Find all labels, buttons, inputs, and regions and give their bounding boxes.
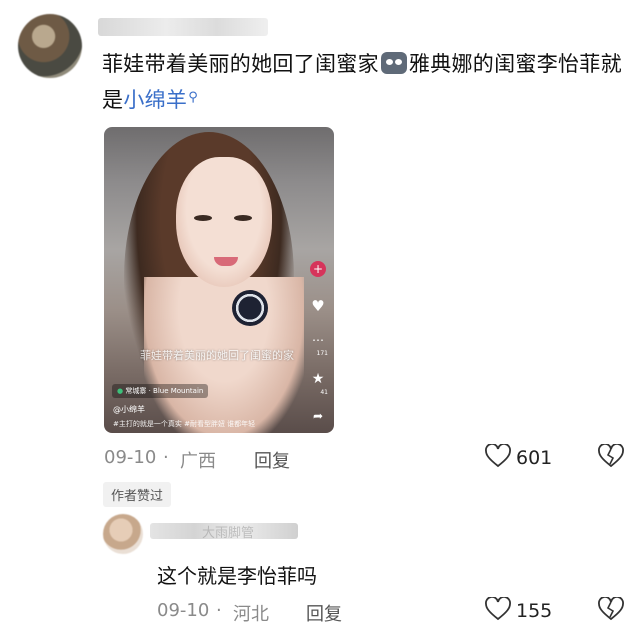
- reply-location: 河北: [233, 604, 269, 625]
- video-location-tag[interactable]: ● 常城寨 · Blue Mountain: [112, 384, 209, 398]
- video-thumbnail[interactable]: + ♥ ⋯ 171 ★ 41 ➦ 菲娃带着美丽的她回了闺蜜的家 ● 常城寨 · …: [104, 127, 334, 433]
- video-location-text: 常城寨 · Blue Mountain: [125, 387, 204, 395]
- video-author: @小绵羊: [113, 405, 145, 414]
- star-icon[interactable]: ★: [310, 371, 326, 387]
- comment-location: 广西: [180, 451, 216, 472]
- share-icon[interactable]: ➦: [310, 409, 326, 423]
- search-link[interactable]: 小绵羊: [123, 88, 187, 112]
- location-pin-icon: ●: [117, 387, 124, 395]
- follow-icon[interactable]: +: [310, 261, 326, 277]
- comment-reply-button[interactable]: 回复: [254, 447, 290, 473]
- video-caption: 菲娃带着美丽的她回了闺蜜的家: [140, 349, 294, 362]
- comment-text: 菲娃带着美丽的她回了闺蜜家 雅典娜的闺蜜李怡菲就是小绵羊⚲: [102, 47, 632, 117]
- comment-icon[interactable]: ⋯: [310, 333, 326, 347]
- commenter-name-blurred[interactable]: [98, 18, 268, 36]
- comment-meta-separator: ·: [163, 447, 169, 468]
- comment-count: 171: [316, 350, 328, 357]
- reply-like-heart-icon[interactable]: [485, 597, 511, 621]
- cat-face-icon: [380, 52, 407, 74]
- video-tags: #主打的就是一个真实 #耐看型胖妞 谁都年轻: [113, 420, 256, 428]
- commenter-avatar[interactable]: [18, 14, 82, 78]
- reply-text: 这个就是李怡菲吗: [157, 564, 317, 588]
- reply-like-count: 155: [516, 600, 553, 622]
- search-icon[interactable]: ⚲: [188, 90, 198, 105]
- reply-username-hint: 大雨脚管: [202, 526, 255, 541]
- video-eye-right: [234, 215, 252, 221]
- video-necklace: [232, 290, 268, 326]
- author-liked-badge: 作者赞过: [103, 482, 172, 507]
- video-eye-left: [194, 215, 212, 221]
- comment-like-count: 601: [516, 447, 553, 469]
- like-heart-icon[interactable]: [485, 444, 511, 468]
- favorite-count: 41: [320, 389, 328, 396]
- comment-date: 09-10: [104, 447, 157, 468]
- reply-username-blurred[interactable]: 大雨脚管: [150, 523, 298, 541]
- reply-avatar[interactable]: [103, 514, 143, 554]
- comment-text-part1: 菲娃带着美丽的她回了闺蜜家: [102, 52, 379, 76]
- dislike-broken-heart-icon[interactable]: [598, 444, 624, 468]
- video-mouth: [214, 257, 238, 266]
- reply-date: 09-10: [157, 600, 210, 621]
- reply-reply-button[interactable]: 回复: [306, 600, 342, 626]
- heart-icon[interactable]: ♥: [310, 297, 326, 315]
- reply-dislike-broken-heart-icon[interactable]: [598, 597, 624, 621]
- reply-meta-separator: ·: [216, 600, 222, 621]
- video-face: [176, 157, 272, 287]
